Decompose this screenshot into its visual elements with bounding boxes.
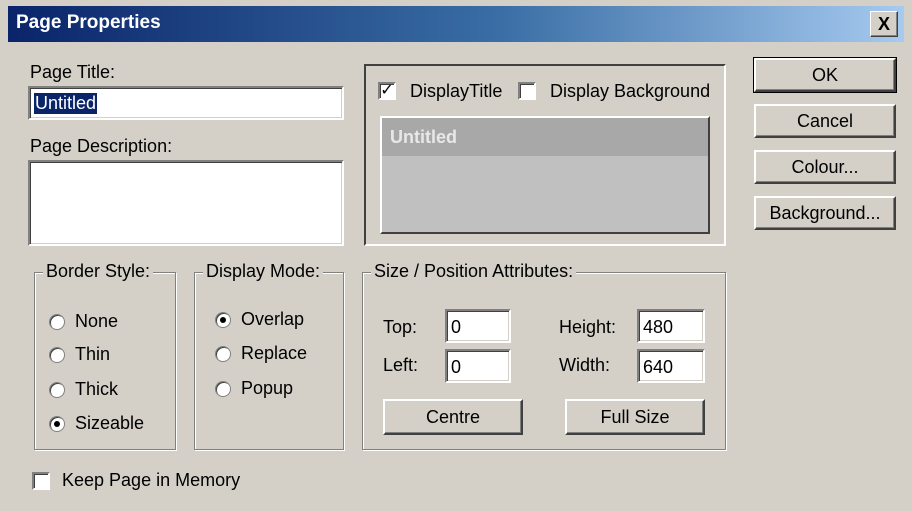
radio-thin — [49, 346, 65, 363]
display-mode-overlap-label: Overlap — [241, 309, 305, 329]
keep-in-memory-checkbox[interactable] — [32, 472, 50, 490]
preview-title: Untitled — [382, 118, 708, 156]
height-label: Height: — [559, 317, 617, 337]
top-label: Top: — [383, 317, 418, 337]
border-style-none-label: None — [75, 311, 119, 331]
width-value: 640 — [643, 357, 674, 377]
page-properties-dialog: Page Properties X Page Title: Untitled P… — [0, 0, 912, 511]
border-style-thick-label: Thick — [75, 379, 119, 399]
close-button[interactable]: X — [870, 11, 898, 37]
border-style-option-thin[interactable]: Thin — [49, 344, 110, 365]
top-input[interactable]: 0 — [445, 309, 511, 343]
width-label: Width: — [559, 355, 611, 375]
preview-panel: ✓ DisplayTitle Display Background Untitl… — [364, 64, 726, 246]
title-bar[interactable]: Page Properties X — [8, 6, 904, 42]
display-title-label: DisplayTitle — [410, 81, 503, 101]
border-style-option-sizeable[interactable]: Sizeable — [49, 413, 144, 434]
display-mode-option-replace[interactable]: Replace — [215, 343, 307, 364]
size-position-group: Size / Position Attributes: Top: 0 Left:… — [362, 261, 726, 450]
display-mode-title: Display Mode: — [203, 261, 324, 282]
display-mode-replace-label: Replace — [241, 343, 308, 363]
page-title-input[interactable]: Untitled — [28, 86, 344, 120]
window-title: Page Properties — [16, 12, 161, 33]
ok-button[interactable]: OK — [753, 57, 897, 93]
full-size-button[interactable]: Full Size — [565, 399, 705, 435]
page-description-textarea[interactable] — [28, 160, 344, 246]
border-style-thin-label: Thin — [75, 344, 111, 364]
display-mode-option-popup[interactable]: Popup — [215, 378, 293, 399]
border-style-sizeable-label: Sizeable — [75, 413, 145, 433]
display-mode-option-overlap[interactable]: Overlap — [215, 309, 304, 330]
border-style-group: Border Style: None Thin Thick Sizeable — [34, 261, 176, 450]
border-style-title: Border Style: — [43, 261, 154, 282]
display-background-checkbox[interactable] — [518, 82, 536, 100]
display-mode-group: Display Mode: Overlap Replace Popup — [194, 261, 344, 450]
keep-in-memory-label: Keep Page in Memory — [62, 470, 241, 490]
display-background-label: Display Background — [550, 81, 711, 101]
left-value: 0 — [451, 357, 462, 377]
background-button[interactable]: Background... — [754, 196, 896, 230]
left-input[interactable]: 0 — [445, 349, 511, 383]
colour-button[interactable]: Colour... — [754, 150, 896, 184]
centre-button[interactable]: Centre — [383, 399, 523, 435]
page-description-label: Page Description: — [30, 136, 173, 156]
cancel-button[interactable]: Cancel — [754, 104, 896, 138]
page-title-label: Page Title: — [30, 62, 116, 82]
radio-thick — [49, 381, 65, 398]
radio-overlap — [215, 311, 231, 328]
close-icon: X — [877, 14, 890, 34]
height-input[interactable]: 480 — [637, 309, 705, 343]
size-position-title: Size / Position Attributes: — [371, 261, 577, 282]
left-label: Left: — [383, 355, 419, 375]
width-input[interactable]: 640 — [637, 349, 705, 383]
display-mode-popup-label: Popup — [241, 378, 294, 398]
radio-popup — [215, 380, 231, 397]
border-style-option-none[interactable]: None — [49, 311, 118, 332]
radio-replace — [215, 345, 231, 362]
radio-sizeable — [49, 415, 65, 432]
page-preview: Untitled — [380, 116, 710, 234]
page-title-value: Untitled — [34, 93, 98, 114]
display-title-checkbox[interactable]: ✓ — [378, 82, 396, 100]
radio-none — [49, 313, 65, 330]
border-style-option-thick[interactable]: Thick — [49, 379, 118, 400]
top-value: 0 — [451, 317, 462, 337]
height-value: 480 — [643, 317, 674, 337]
